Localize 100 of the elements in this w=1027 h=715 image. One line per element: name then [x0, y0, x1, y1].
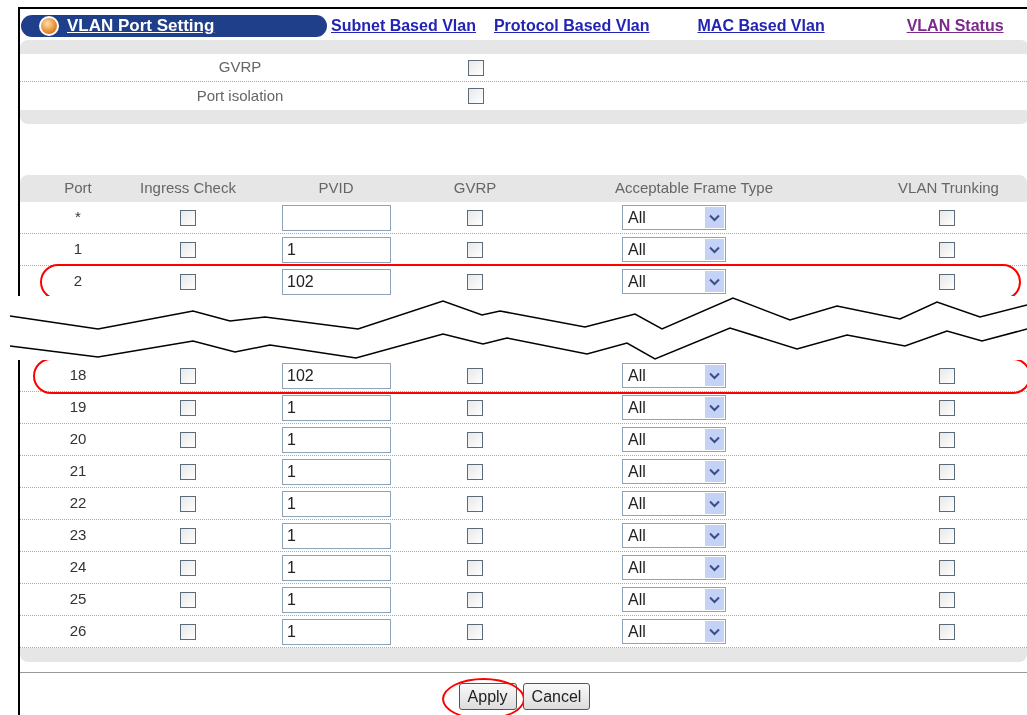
- pvid-field[interactable]: 1: [282, 236, 391, 263]
- checkbox[interactable]: [938, 495, 955, 512]
- pvid-field[interactable]: 1: [282, 618, 391, 645]
- checkbox[interactable]: [180, 591, 196, 608]
- port-number: 26: [68, 621, 88, 642]
- checkbox[interactable]: [180, 495, 196, 512]
- column-header: Port: [63, 178, 93, 199]
- frame-type-dropdown[interactable]: All: [622, 205, 726, 230]
- column-header: PVID: [317, 178, 355, 199]
- page-title: VLAN Port Setting: [67, 15, 215, 38]
- checkbox[interactable]: [180, 209, 196, 226]
- checkbox[interactable]: [180, 559, 196, 576]
- port-number: 18: [68, 365, 88, 386]
- chevron-icon: [705, 525, 724, 546]
- pvid-field[interactable]: [282, 204, 391, 231]
- checkbox[interactable]: [938, 431, 955, 448]
- port-number: 1: [72, 239, 84, 260]
- pvid-field[interactable]: 1: [282, 394, 391, 421]
- checkbox[interactable]: [180, 273, 196, 290]
- chevron-icon: [705, 493, 724, 514]
- frame-type-dropdown[interactable]: All: [622, 555, 726, 580]
- nav-link[interactable]: Protocol Based Vlan: [493, 14, 650, 38]
- column-header: GVRP: [452, 178, 498, 199]
- port-number: 21: [68, 461, 88, 482]
- nav-link[interactable]: MAC Based Vlan: [697, 14, 825, 38]
- checkbox[interactable]: [467, 527, 483, 544]
- checkbox[interactable]: [938, 209, 955, 226]
- checkbox[interactable]: [467, 463, 483, 480]
- frame-type-dropdown[interactable]: All: [622, 395, 726, 420]
- pvid-field[interactable]: 102: [282, 362, 391, 389]
- frame-type-dropdown[interactable]: All: [622, 237, 726, 262]
- port-number: 20: [68, 429, 88, 450]
- checkbox[interactable]: [467, 209, 483, 226]
- column-header: Ingress Check: [139, 178, 237, 199]
- pvid-field[interactable]: 1: [282, 490, 391, 517]
- checkbox[interactable]: [938, 591, 955, 608]
- port-number: 25: [68, 589, 88, 610]
- checkbox[interactable]: [467, 495, 483, 512]
- chevron-icon: [705, 271, 724, 292]
- checkbox[interactable]: [938, 241, 955, 258]
- port-number: 24: [68, 557, 88, 578]
- frame-type-dropdown[interactable]: All: [622, 363, 726, 388]
- dialog-button[interactable]: Apply: [458, 683, 517, 710]
- checkbox[interactable]: [180, 623, 196, 640]
- frame-type-dropdown[interactable]: All: [622, 491, 726, 516]
- checkbox[interactable]: [180, 527, 196, 544]
- checkbox[interactable]: [468, 88, 484, 104]
- nav-link[interactable]: Subnet Based Vlan: [331, 14, 476, 38]
- chevron-icon: [705, 239, 724, 260]
- setting-label: GVRP: [217, 57, 263, 78]
- column-header: VLAN Trunking: [897, 178, 1000, 199]
- pvid-field[interactable]: 1: [282, 586, 391, 613]
- checkbox[interactable]: [467, 623, 483, 640]
- checkbox[interactable]: [180, 241, 196, 258]
- chevron-icon: [705, 207, 724, 228]
- checkbox[interactable]: [467, 367, 483, 384]
- port-number: 19: [68, 397, 88, 418]
- chevron-icon: [705, 557, 724, 578]
- dialog-button[interactable]: Cancel: [522, 683, 591, 710]
- port-number: *: [74, 207, 82, 228]
- port-number: 23: [68, 525, 88, 546]
- pvid-field[interactable]: 1: [282, 522, 391, 549]
- checkbox[interactable]: [180, 431, 196, 448]
- checkbox[interactable]: [467, 591, 483, 608]
- checkbox[interactable]: [180, 463, 196, 480]
- checkbox[interactable]: [938, 559, 955, 576]
- checkbox[interactable]: [938, 623, 955, 640]
- pvid-field[interactable]: 1: [282, 554, 391, 581]
- checkbox[interactable]: [467, 399, 483, 416]
- checkbox[interactable]: [467, 241, 483, 258]
- checkbox[interactable]: [938, 273, 955, 290]
- frame-type-dropdown[interactable]: All: [622, 269, 726, 294]
- checkbox[interactable]: [467, 431, 483, 448]
- checkbox[interactable]: [467, 559, 483, 576]
- checkbox[interactable]: [938, 463, 955, 480]
- frame-type-dropdown[interactable]: All: [622, 523, 726, 548]
- checkbox[interactable]: [180, 367, 196, 384]
- checkbox[interactable]: [468, 59, 484, 76]
- chevron-icon: [705, 621, 724, 642]
- checkbox[interactable]: [180, 399, 196, 416]
- frame-type-dropdown[interactable]: All: [622, 587, 726, 612]
- chevron-icon: [705, 365, 724, 386]
- chevron-icon: [705, 397, 724, 418]
- orb-icon: [39, 16, 59, 36]
- port-number: 2: [72, 271, 84, 292]
- checkbox[interactable]: [467, 273, 483, 290]
- setting-label: Port isolation: [195, 85, 285, 106]
- checkbox[interactable]: [938, 367, 955, 384]
- frame-type-dropdown[interactable]: All: [622, 459, 726, 484]
- chevron-icon: [705, 589, 724, 610]
- pvid-field[interactable]: 1: [282, 458, 391, 485]
- port-number: 22: [68, 493, 88, 514]
- checkbox[interactable]: [938, 399, 955, 416]
- frame-type-dropdown[interactable]: All: [622, 619, 726, 644]
- pvid-field[interactable]: 102: [282, 268, 391, 295]
- nav-link[interactable]: VLAN Status: [906, 14, 1004, 38]
- checkbox[interactable]: [938, 527, 955, 544]
- pvid-field[interactable]: 1: [282, 426, 391, 453]
- column-header: Acceptable Frame Type: [613, 178, 775, 199]
- frame-type-dropdown[interactable]: All: [622, 427, 726, 452]
